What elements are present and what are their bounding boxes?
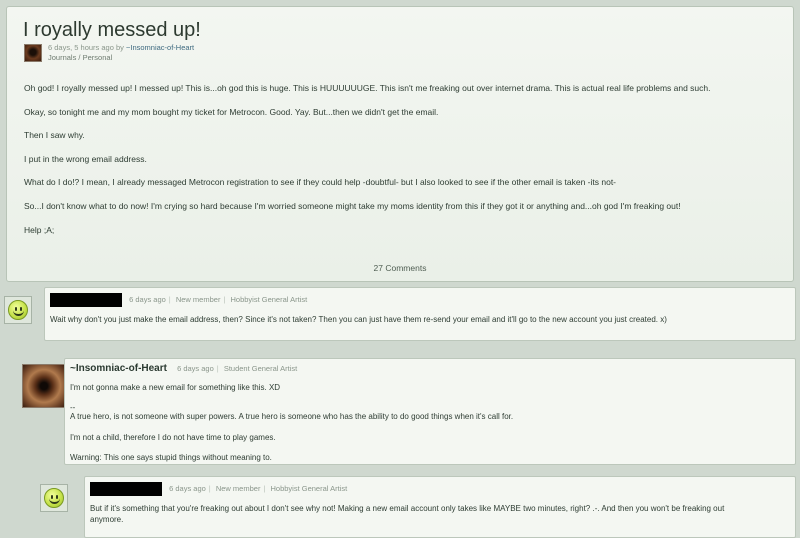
redacted-username [50,293,122,307]
comment-line: I'm not gonna make a new email for somet… [70,383,281,392]
comment-header: 6 days ago | New member | Hobbyist General… [90,482,348,496]
journal-title: I royally messed up! [23,19,201,41]
comment-line: But if it's something that you're freaki… [90,504,725,513]
comment-body: Wait why don't you just make the email a… [50,315,667,326]
comment: 6 days ago | New member | Hobbyist General… [84,476,796,538]
journal-paragraph: Oh god! I royally messed up! I messed up… [24,83,711,93]
comment-body: But if it's something that you're freaki… [90,504,724,525]
journal-paragraph: Help ;A; [24,224,55,235]
smiley-icon [8,300,28,320]
journal-meta: 6 days, 5 hours ago by ~Insomniac-of-Hea… [48,43,194,52]
comment-author-link[interactable]: ~Insomniac-of-Heart [70,363,167,374]
comment-line: Wait why don't you just make the email a… [50,315,667,324]
signature-line: I'm not a child, therefore I do not have… [70,433,276,442]
comment-body: I'm not gonna make a new email for somet… [70,383,280,394]
journal-paragraph: Okay, so tonight me and my mom bought my… [24,106,439,117]
commenter-avatar[interactable] [4,296,32,324]
comment-line: anymore. [90,514,124,524]
smiley-icon [44,488,64,508]
journal-categories[interactable]: Journals / Personal [48,53,112,62]
comments-count-link[interactable]: 27 Comments [7,263,793,273]
journal-paragraph: What do I do!? I mean, I already message… [24,177,617,188]
comment-time[interactable]: 6 days ago [177,364,214,373]
author-avatar[interactable] [24,44,42,62]
journal-time: 6 days, 5 hours ago by [48,43,124,52]
member-type: Hobbyist General Artist [230,294,308,304]
signature-line: A true hero, is not someone with super p… [70,412,514,421]
signature-line: Warning: This one says stupid things wit… [70,453,272,462]
redacted-username [90,482,162,496]
member-type: Hobbyist General Artist [270,483,348,493]
journal-paragraph: Then I saw why. [24,130,85,141]
comment-time[interactable]: 6 days ago [129,295,166,304]
comment-header: ~Insomniac-of-Heart 6 days ago | Student … [70,363,298,374]
journal-paragraph: I put in the wrong email address. [24,153,147,164]
journal-author-link[interactable]: ~Insomniac-of-Heart [126,43,194,52]
comment: 6 days ago | New member | Hobbyist General… [44,287,796,341]
comment-header: 6 days ago | New member | Hobbyist General… [50,293,308,307]
comment-time[interactable]: 6 days ago [169,484,206,493]
member-type: Student General Artist [223,364,298,373]
author-avatar-large[interactable] [22,364,66,408]
commenter-avatar[interactable] [40,484,68,512]
member-status: New member [215,483,261,493]
journal-body: Oh god! I royally messed up! I messed up… [24,83,784,248]
member-status: New member [175,294,221,304]
journal-paragraph: So...I don't know what to do now! I'm cr… [24,200,681,211]
comment: ~Insomniac-of-Heart 6 days ago | Student … [64,358,796,465]
journal-entry: I royally messed up! 6 days, 5 hours ago… [6,6,794,282]
